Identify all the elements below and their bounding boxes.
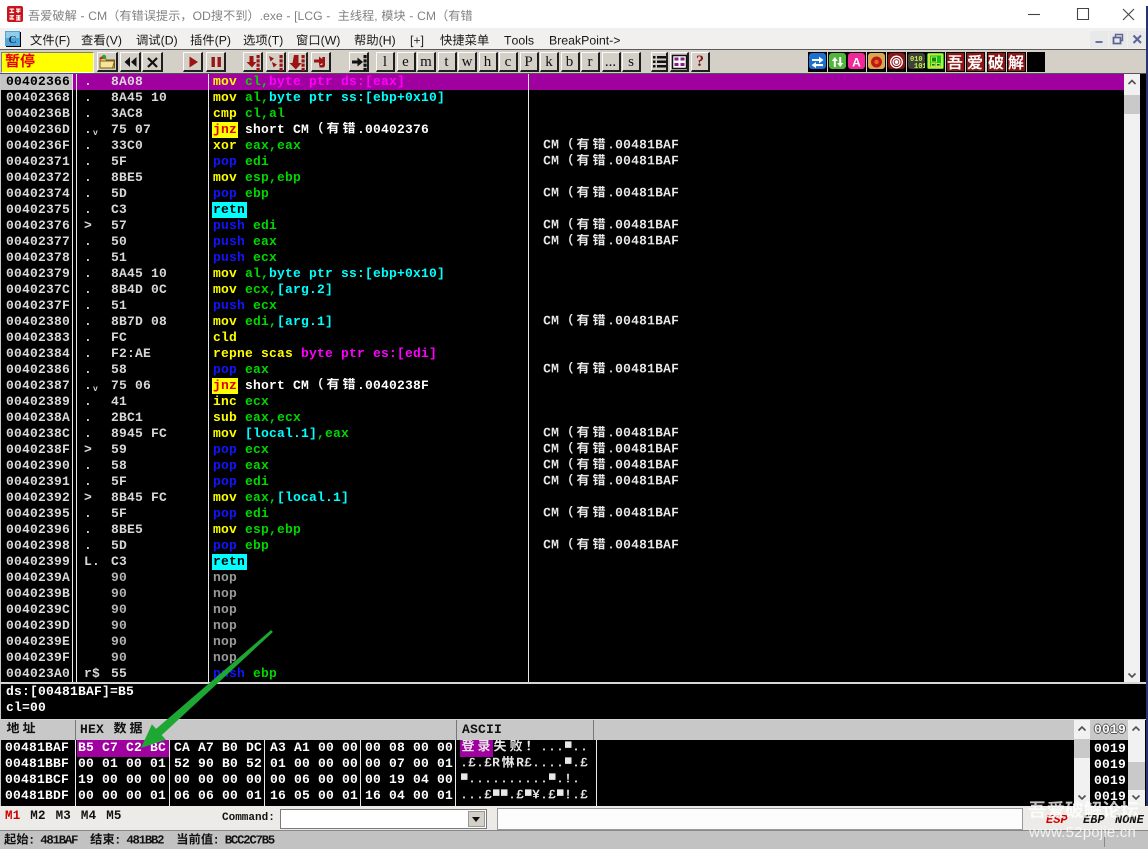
svg-text:101: 101	[914, 63, 925, 69]
svg-text:C: C	[9, 34, 17, 46]
svg-text:A: A	[853, 56, 862, 70]
